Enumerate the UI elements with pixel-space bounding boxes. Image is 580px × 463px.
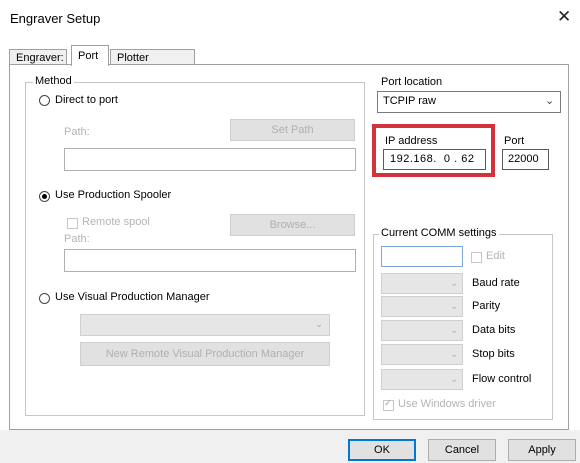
direct-path-input[interactable] (64, 148, 356, 171)
baud-rate-select[interactable]: ⌄ (381, 273, 463, 294)
chevron-down-icon: ⌄ (450, 374, 459, 385)
port-value: 22000 (508, 153, 539, 165)
apply-label: Apply (528, 444, 556, 456)
cancel-label: Cancel (444, 444, 480, 456)
production-spooler-label: Use Production Spooler (55, 189, 172, 201)
port-location-label: Port location (381, 76, 443, 88)
edit-label: Edit (486, 250, 505, 262)
remote-spool-label: Remote spool (82, 216, 150, 228)
stop-bits-select[interactable]: ⌄ (381, 344, 463, 365)
chevron-down-icon: ⌄ (450, 301, 459, 312)
ip-address-value: 192.168. 0 . 62 (390, 153, 475, 165)
direct-to-port-radio[interactable] (39, 95, 50, 106)
new-remote-vpm-label: New Remote Visual Production Manager (105, 348, 305, 360)
spooler-path-label: Path: (64, 233, 90, 245)
chevron-down-icon: ⌄ (315, 319, 324, 330)
ip-address-label: IP address (385, 135, 438, 147)
spooler-path-input[interactable] (64, 249, 356, 272)
browse-label: Browse... (269, 219, 316, 231)
data-bits-label: Data bits (472, 324, 516, 336)
edit-checkbox[interactable] (471, 252, 482, 263)
direct-path-label: Path: (64, 126, 90, 138)
remote-spool-checkbox[interactable] (67, 218, 78, 229)
stop-bits-label: Stop bits (472, 348, 515, 360)
ip-address-input[interactable]: 192.168. 0 . 62 (383, 149, 486, 170)
cancel-button[interactable]: Cancel (428, 439, 496, 461)
browse-button[interactable]: Browse... (230, 214, 355, 236)
parity-label: Parity (472, 300, 501, 312)
production-spooler-radio[interactable] (39, 191, 50, 202)
flow-control-select[interactable]: ⌄ (381, 369, 463, 390)
ok-label: OK (374, 444, 390, 456)
checkmark-icon: ✓ (384, 398, 393, 409)
close-icon[interactable]: ✕ (557, 8, 571, 25)
chevron-down-icon: ⌄ (450, 325, 459, 336)
ok-button[interactable]: OK (348, 439, 416, 461)
parity-select[interactable]: ⌄ (381, 296, 463, 317)
port-label: Port (504, 135, 525, 147)
visual-production-manager-radio[interactable] (39, 293, 50, 304)
new-remote-vpm-button[interactable]: New Remote Visual Production Manager (80, 342, 330, 366)
set-path-label: Set Path (271, 124, 314, 136)
direct-to-port-label: Direct to port (55, 94, 118, 106)
vpm-select[interactable]: ⌄ (80, 314, 330, 336)
tab-port[interactable]: Port (71, 45, 109, 66)
chevron-down-icon: ⌄ (545, 95, 555, 107)
comm-port-input[interactable] (381, 246, 463, 267)
chevron-down-icon: ⌄ (450, 278, 459, 289)
comm-settings-label: Current COMM settings (379, 227, 499, 239)
port-location-value: TCPIP raw (383, 95, 436, 107)
tab-label: Port (78, 50, 99, 62)
port-location-select[interactable]: TCPIP raw ⌄ (377, 91, 561, 113)
title-bar: Engraver Setup ✕ (0, 0, 580, 38)
tab-label: Engraver: (16, 52, 64, 64)
method-group-label: Method (33, 75, 74, 87)
chevron-down-icon: ⌄ (450, 349, 459, 360)
windows-driver-label: Use Windows driver (398, 398, 496, 410)
visual-production-manager-label: Use Visual Production Manager (55, 291, 210, 303)
set-path-button[interactable]: Set Path (230, 119, 355, 141)
data-bits-select[interactable]: ⌄ (381, 320, 463, 341)
window-title: Engraver Setup (10, 11, 101, 26)
port-input[interactable]: 22000 (502, 149, 549, 170)
windows-driver-checkbox[interactable]: ✓ (383, 398, 394, 411)
baud-rate-label: Baud rate (472, 277, 520, 289)
flow-control-label: Flow control (472, 373, 532, 385)
apply-button[interactable]: Apply (508, 439, 576, 461)
